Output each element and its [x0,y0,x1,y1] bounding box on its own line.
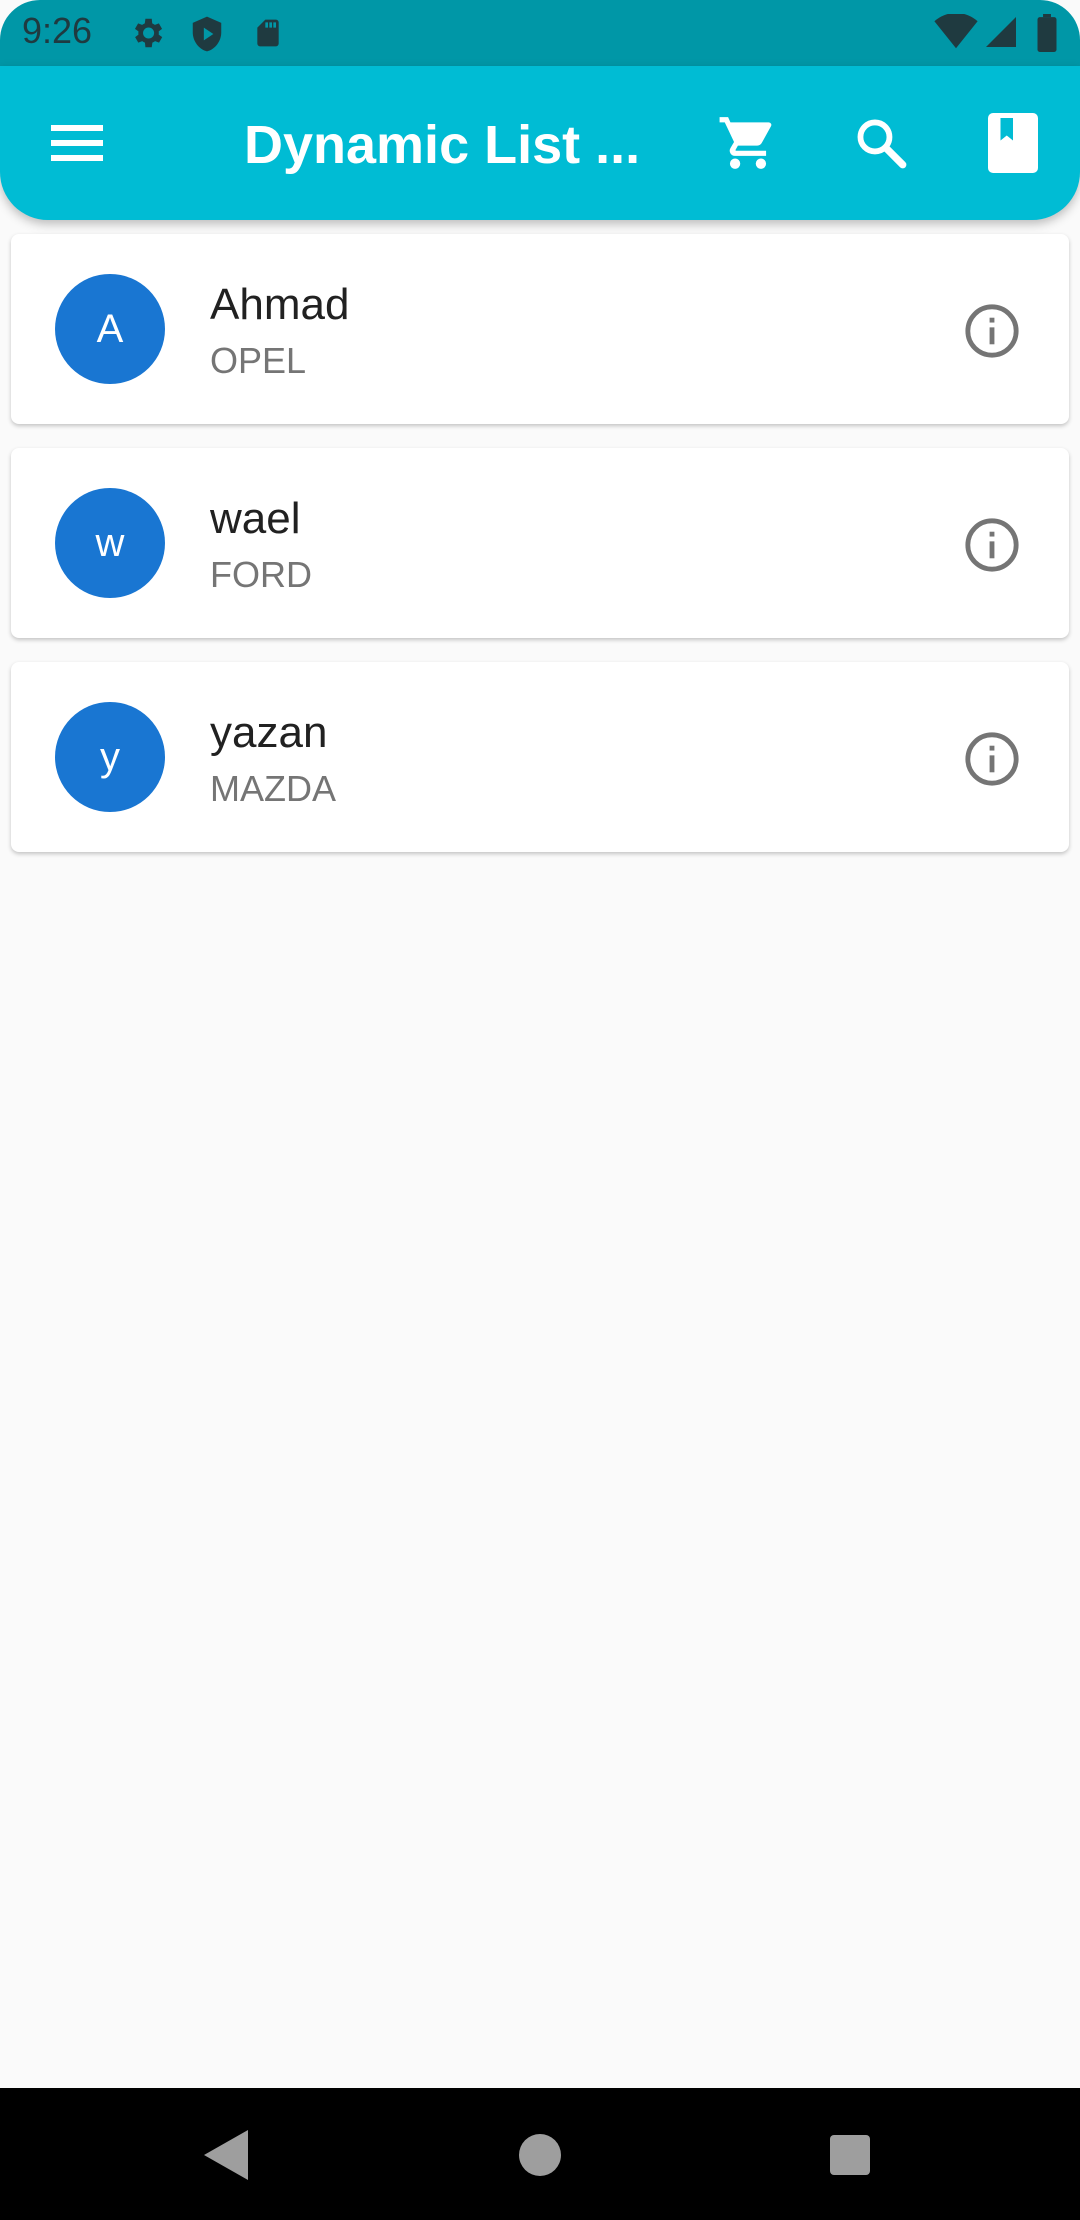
avatar: y [55,702,165,812]
cart-icon [719,117,772,169]
signal-icon [986,17,1016,47]
avatar: w [55,488,165,598]
item-name: Ahmad [210,280,350,329]
info-icon[interactable] [963,302,1021,360]
item-brand: FORD [210,554,312,595]
bookmark-icon [988,113,1038,173]
page-title: Dynamic List ... [244,115,641,175]
list-item[interactable]: w wael FORD [11,448,1069,638]
play-protect-icon [192,16,222,52]
status-bar: 9:26 [0,0,1080,66]
sd-card-icon [257,19,279,47]
info-icon[interactable] [963,516,1021,574]
list-item[interactable]: A Ahmad OPEL [11,234,1069,424]
menu-icon [51,125,103,161]
list-item[interactable]: y yazan MAZDA [11,662,1069,852]
cart-button[interactable] [708,103,788,183]
item-brand: MAZDA [210,768,336,809]
avatar: A [55,274,165,384]
item-brand: OPEL [210,340,307,381]
home-icon[interactable] [519,2134,561,2176]
menu-button[interactable] [37,103,117,183]
back-icon[interactable] [204,2130,248,2180]
info-icon[interactable] [963,730,1021,788]
app-bar: Dynamic List ... [0,66,1080,220]
item-name: yazan [210,708,328,757]
recents-icon[interactable] [829,2135,871,2175]
navigation-bar [0,2088,1080,2220]
settings-icon [134,18,163,48]
search-icon [857,119,907,169]
bookmark-button[interactable] [973,103,1053,183]
status-time: 9:26 [22,10,93,51]
search-button[interactable] [841,103,921,183]
battery-icon [1037,14,1057,52]
item-name: wael [210,494,301,543]
wifi-icon [934,14,978,49]
